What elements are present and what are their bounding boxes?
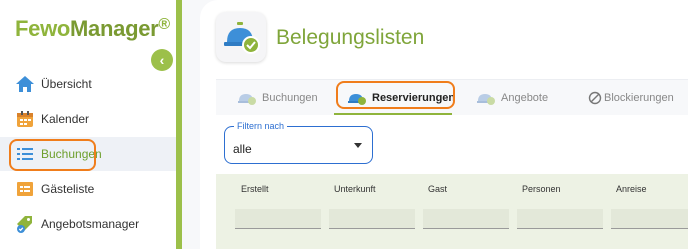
- home-icon: [15, 74, 35, 94]
- brand-name-part1: Fewo: [15, 16, 71, 41]
- column-filter-input[interactable]: [517, 209, 603, 229]
- registered-mark: ®: [158, 16, 170, 33]
- sidebar-item-uebersicht[interactable]: Übersicht: [0, 67, 176, 101]
- tab-label: Buchungen: [262, 92, 318, 104]
- tab-angebote[interactable]: Angebote: [476, 87, 548, 109]
- block-icon: [588, 91, 602, 105]
- tab-label: Blockierungen: [604, 92, 674, 104]
- sidebar-item-label: Angebotsmanager: [41, 217, 140, 231]
- dropdown-caret-icon[interactable]: [354, 143, 362, 148]
- column-header-personen[interactable]: Personen: [522, 184, 561, 194]
- highlight-annotation-buchungen: [9, 139, 96, 171]
- sidebar-item-gaesteliste[interactable]: Gästeliste: [0, 172, 176, 206]
- column-filter-input[interactable]: [611, 209, 688, 229]
- column-filter-input[interactable]: [235, 209, 321, 229]
- guest-list-icon: [15, 179, 35, 199]
- tab-blockierungen[interactable]: Blockierungen: [588, 87, 674, 109]
- reception-bell-check-icon: [216, 12, 266, 62]
- column-header-anreise[interactable]: Anreise: [616, 184, 647, 194]
- column-header-unterkunft[interactable]: Unterkunft: [334, 184, 376, 194]
- tab-label: Angebote: [501, 92, 549, 104]
- sidebar-item-label: Gästeliste: [41, 182, 95, 196]
- filter-label: Filtern nach: [234, 121, 288, 131]
- chevron-left-icon: ‹: [159, 52, 165, 68]
- column-header-erstellt[interactable]: Erstellt: [241, 184, 269, 194]
- offer-tag-icon: [15, 214, 35, 234]
- filter-value: alle: [233, 142, 252, 156]
- sidebar-item-label: Kalender: [41, 112, 90, 126]
- sidebar: FewoManager® ‹ Übersicht Kalender Buchun…: [0, 0, 182, 249]
- highlight-annotation-reservierungen: [336, 81, 455, 109]
- tab-buchungen[interactable]: Buchungen: [237, 87, 318, 109]
- page-title: Belegungslisten: [276, 26, 425, 49]
- column-filter-input[interactable]: [423, 209, 509, 229]
- column-filter-input[interactable]: [329, 209, 415, 229]
- sidebar-item-kalender[interactable]: Kalender: [0, 102, 176, 136]
- brand-logo[interactable]: FewoManager®: [15, 16, 170, 42]
- reception-bell-icon: [476, 91, 496, 105]
- active-tab-indicator: [334, 113, 452, 115]
- column-header-gast[interactable]: Gast: [428, 184, 447, 194]
- sidebar-item-label: Übersicht: [41, 77, 92, 91]
- sidebar-item-angebotsmanager[interactable]: Angebotsmanager: [0, 207, 176, 241]
- calendar-icon: [15, 109, 35, 129]
- brand-name-part2: Manager: [70, 16, 159, 41]
- reception-bell-icon: [237, 91, 257, 105]
